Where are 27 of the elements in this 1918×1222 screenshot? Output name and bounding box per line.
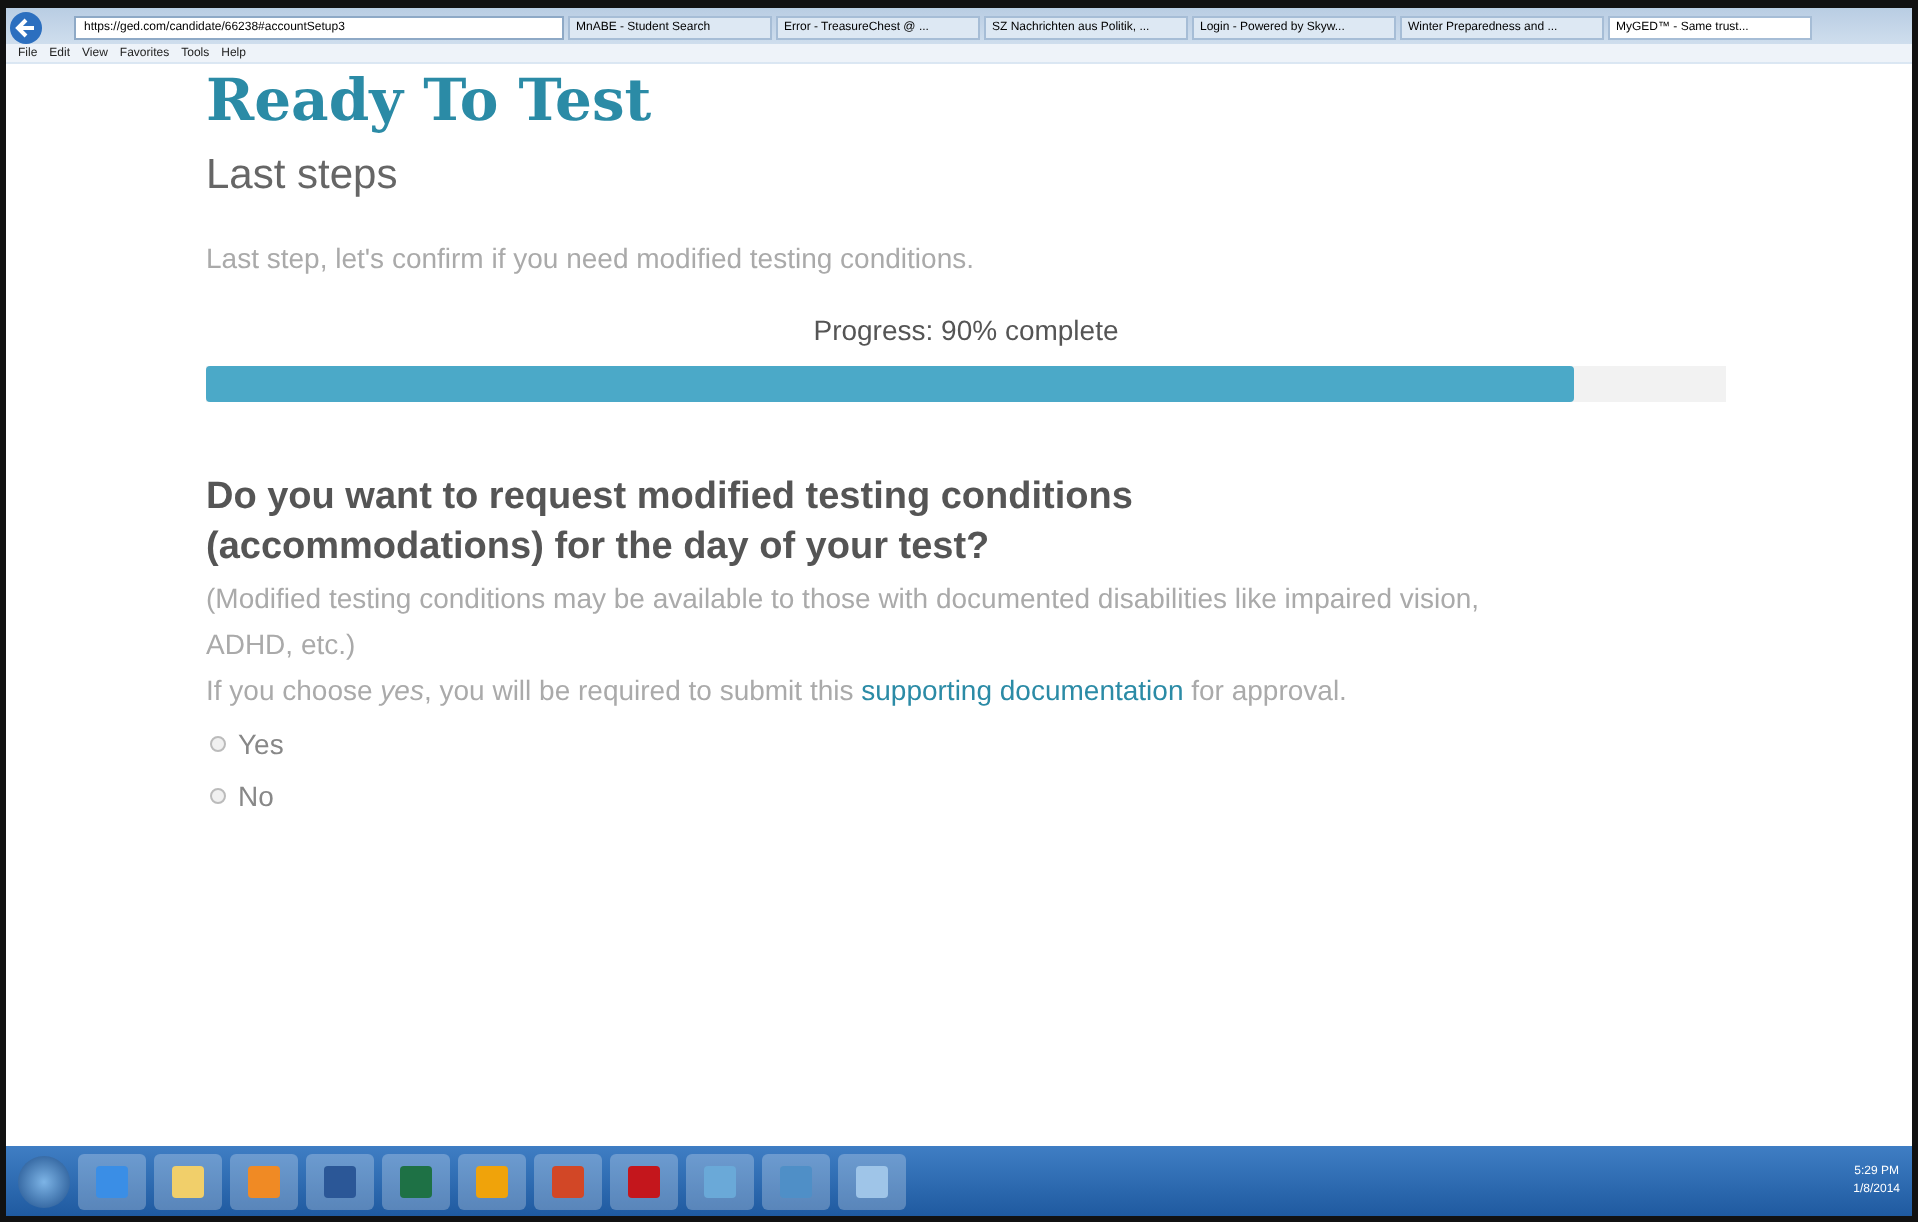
info-text-end: for approval. [1191,674,1347,706]
taskbar-app-icon[interactable] [610,1153,678,1209]
taskbar-app-icon[interactable] [838,1153,906,1209]
taskbar-app-icon[interactable] [762,1153,830,1209]
page-title: Ready To Test [206,64,654,136]
start-button[interactable] [18,1155,70,1207]
back-arrow-icon [14,16,38,40]
taskbar-app-icon[interactable] [78,1153,146,1209]
back-button[interactable] [10,12,42,44]
documentation-link[interactable]: supporting documentation [861,674,1184,706]
option-label[interactable]: No [238,780,274,812]
taskbar-app-icon[interactable] [154,1153,222,1209]
info-text: If you choose yes, you will be required to submit this [206,674,854,706]
taskbar-app-icon[interactable] [382,1153,450,1209]
note-text: (Modified testing conditions may be available to those with documented disabilities like impaired vision, ADHD, etc.) [206,580,1482,664]
question-heading: Do you want to request modified testing conditions (accommodations) for the day of your test? [206,474,1135,572]
radio-button[interactable] [210,788,226,804]
radio-button[interactable] [210,736,226,752]
intro-text: Last step, let's confirm if you need modified testing conditions. [206,242,976,274]
progress-label: Progress: 90% complete [811,314,1121,346]
taskbar-app-icon[interactable] [458,1153,526,1209]
taskbar-app-icon[interactable] [306,1153,374,1209]
taskbar-app-icon[interactable] [686,1153,754,1209]
taskbar-app-icon[interactable] [534,1153,602,1209]
page-subtitle: Last steps [206,150,400,202]
option-label[interactable]: Yes [238,728,284,760]
taskbar-app-icon[interactable] [230,1153,298,1209]
